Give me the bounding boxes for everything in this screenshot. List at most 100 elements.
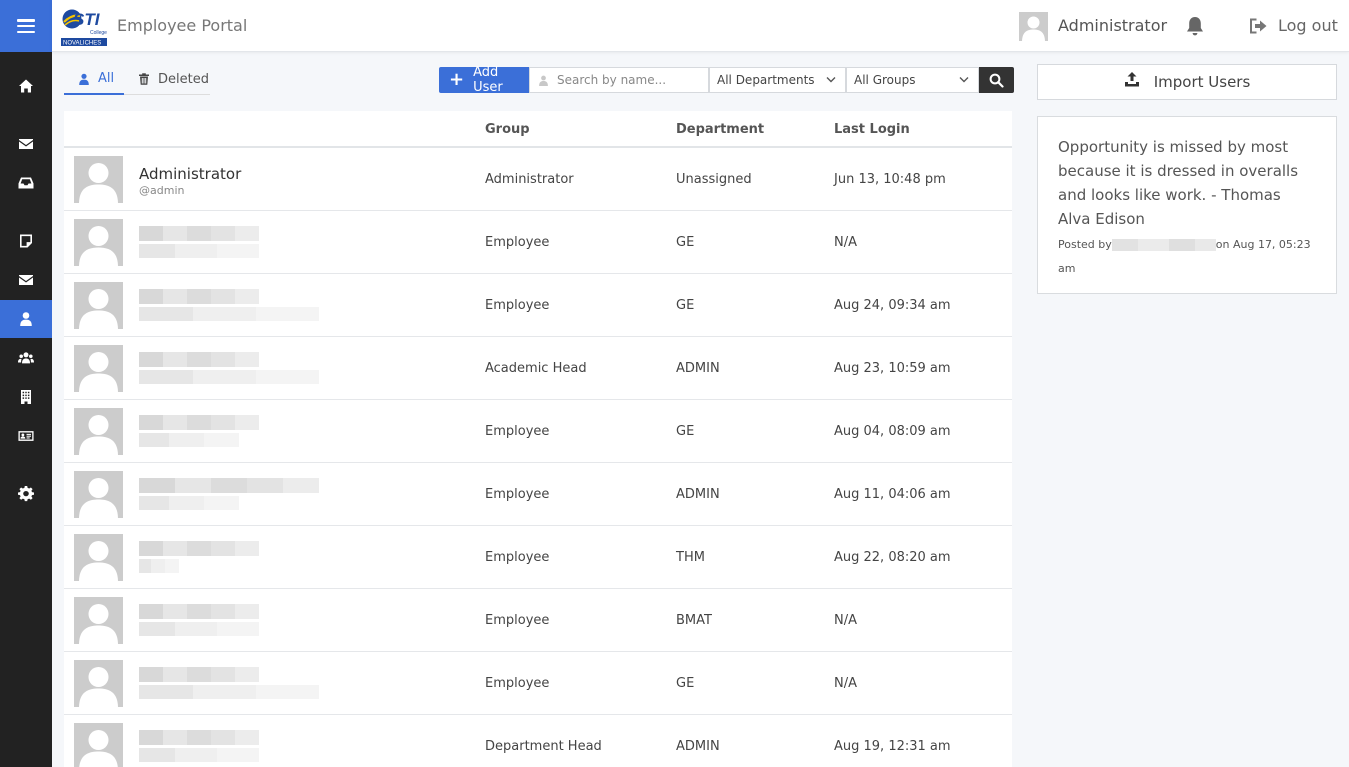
bell-icon[interactable] xyxy=(1184,15,1206,37)
table-row[interactable]: Department Head ADMIN Aug 19, 12:31 am xyxy=(64,715,1012,767)
table-row[interactable]: Employee ADMIN Aug 11, 04:06 am xyxy=(64,463,1012,526)
user-group: Employee xyxy=(485,235,550,250)
table-row[interactable]: Academic Head ADMIN Aug 23, 10:59 am xyxy=(64,337,1012,400)
plus-icon: + xyxy=(449,69,465,90)
user-name[interactable]: Administrator xyxy=(139,165,241,183)
table-row[interactable]: Administrator @admin Administrator Unass… xyxy=(64,148,1012,211)
svg-text:NOVALICHES: NOVALICHES xyxy=(63,41,101,47)
upload-icon xyxy=(1124,72,1139,87)
redacted-user-handle xyxy=(139,685,319,699)
menu-toggle-button[interactable] xyxy=(0,0,52,52)
user-department: THM xyxy=(676,550,705,565)
redacted-user-handle xyxy=(139,559,179,573)
sidebar-item-settings[interactable] xyxy=(0,475,52,513)
user-last-login: Aug 24, 09:34 am xyxy=(834,298,951,313)
avatar xyxy=(74,156,123,203)
tab-all[interactable]: All xyxy=(64,64,124,95)
user-department: Unassigned xyxy=(676,172,752,187)
user-group: Employee xyxy=(485,676,550,691)
tab-all-label: All xyxy=(98,71,115,86)
table-row[interactable]: Employee GE Aug 04, 08:09 am xyxy=(64,400,1012,463)
posted-by-label: Posted by xyxy=(1058,238,1112,251)
avatar xyxy=(74,597,123,644)
logout-icon[interactable] xyxy=(1248,17,1268,35)
sidebar-item-mail[interactable] xyxy=(0,261,52,299)
user-group: Employee xyxy=(485,613,550,628)
redacted-user-name xyxy=(139,415,259,430)
user-group: Administrator xyxy=(485,172,574,187)
avatar[interactable] xyxy=(1019,12,1048,41)
add-user-button[interactable]: + Add User xyxy=(439,65,529,95)
portal-title: Employee Portal xyxy=(117,16,248,35)
user-icon xyxy=(79,73,89,85)
redacted-user-handle xyxy=(139,622,259,636)
redacted-user-name xyxy=(139,667,259,682)
users-icon xyxy=(18,352,34,364)
sidebar-item-notes[interactable] xyxy=(0,222,52,260)
logout-link[interactable]: Log out xyxy=(1278,16,1338,35)
avatar xyxy=(74,282,123,329)
redacted-user-handle xyxy=(139,370,319,384)
svg-text:STI: STI xyxy=(73,10,101,29)
user-last-login: Aug 11, 04:06 am xyxy=(834,487,951,502)
table-row[interactable]: Employee GE Aug 24, 09:34 am xyxy=(64,274,1012,337)
sidebar-item-inbox[interactable] xyxy=(0,164,52,202)
trash-icon xyxy=(139,73,149,85)
sidebar-item-messages[interactable] xyxy=(0,125,52,163)
user-department: GE xyxy=(676,298,695,313)
user-department: GE xyxy=(676,235,695,250)
table-row[interactable]: Employee THM Aug 22, 08:20 am xyxy=(64,526,1012,589)
redacted-user-handle xyxy=(139,748,259,762)
sidebar-item-directory[interactable] xyxy=(0,417,52,455)
search-button[interactable] xyxy=(979,67,1014,93)
user-department: GE xyxy=(676,676,695,691)
add-user-label: Add User xyxy=(473,65,503,95)
department-select-value: All Departments xyxy=(717,73,815,87)
redacted-user-handle xyxy=(139,307,319,321)
hamburger-icon xyxy=(17,19,35,33)
table-row[interactable]: Employee GE N/A xyxy=(64,652,1012,715)
user-last-login: Aug 22, 08:20 am xyxy=(834,550,951,565)
note-icon xyxy=(20,234,32,248)
quote-card: Opportunity is missed by most because it… xyxy=(1037,116,1337,294)
department-select[interactable]: All Departments xyxy=(709,67,846,93)
search-icon xyxy=(989,73,1004,88)
table-row[interactable]: Employee BMAT N/A xyxy=(64,589,1012,652)
redacted-user-handle xyxy=(139,496,239,510)
sti-college-novaliches-logo[interactable]: STI College NOVALICHES xyxy=(60,5,108,47)
chevron-down-icon xyxy=(959,77,969,83)
import-users-button[interactable]: Import Users xyxy=(1037,64,1337,100)
user-last-login: Aug 04, 08:09 am xyxy=(834,424,951,439)
user-group: Employee xyxy=(485,550,550,565)
import-users-label: Import Users xyxy=(1153,73,1251,91)
tab-deleted[interactable]: Deleted xyxy=(124,64,210,95)
avatar xyxy=(74,471,123,518)
column-header-group[interactable]: Group xyxy=(485,122,530,137)
search-input[interactable] xyxy=(557,73,707,87)
table-row[interactable]: Employee GE N/A xyxy=(64,211,1012,274)
group-select[interactable]: All Groups xyxy=(846,67,979,93)
sidebar-item-departments[interactable] xyxy=(0,378,52,416)
user-last-login: Jun 13, 10:48 pm xyxy=(834,172,946,187)
current-user-name[interactable]: Administrator xyxy=(1058,16,1167,35)
redacted-user-name xyxy=(139,478,319,493)
redacted-user-name xyxy=(139,289,259,304)
column-header-department[interactable]: Department xyxy=(676,122,764,137)
sidebar-item-groups[interactable] xyxy=(0,339,52,377)
sidebar-item-users[interactable] xyxy=(0,300,52,338)
users-table: Group Department Last Login Administrato… xyxy=(64,111,1012,767)
quote-text: Opportunity is missed by most because it… xyxy=(1058,138,1299,228)
chevron-down-icon xyxy=(826,77,836,83)
svg-text:College: College xyxy=(90,30,107,36)
avatar xyxy=(74,219,123,266)
user-group: Employee xyxy=(485,487,550,502)
user-icon xyxy=(539,75,548,86)
column-header-last-login[interactable]: Last Login xyxy=(834,122,910,137)
envelope-icon xyxy=(19,139,33,149)
sidebar-item-home[interactable] xyxy=(0,67,52,105)
user-group: Academic Head xyxy=(485,361,587,376)
building-icon xyxy=(21,390,31,404)
top-bar: STI College NOVALICHES Employee Portal A… xyxy=(52,0,1349,52)
inbox-icon xyxy=(18,177,34,189)
redacted-user-name xyxy=(139,541,259,556)
